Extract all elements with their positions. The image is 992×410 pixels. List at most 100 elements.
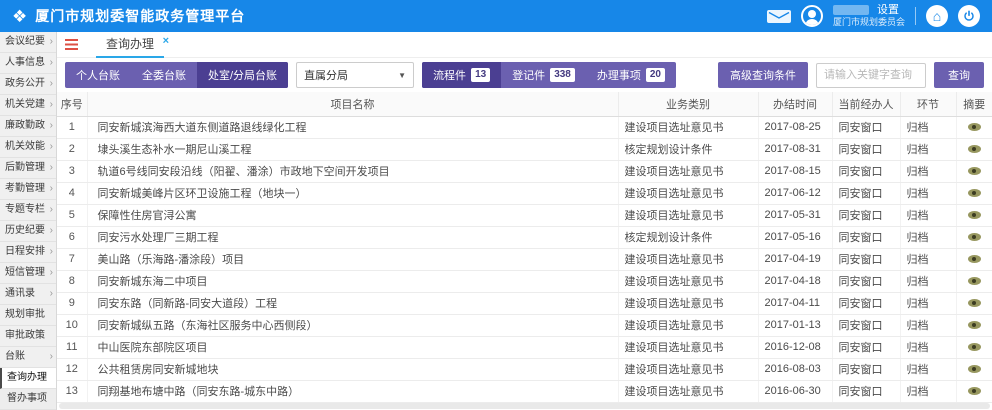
table-row[interactable]: 13同翔基地布塘中路（同安东路-城东中路）建设项目选址意见书2016-06-30…	[57, 380, 992, 402]
scope-button-0[interactable]: 个人台账	[65, 62, 131, 88]
sidebar-item-0[interactable]: 会议纪要›	[0, 32, 56, 53]
keyword-search-input[interactable]	[816, 63, 926, 88]
cell-handler: 同安窗口	[832, 160, 900, 182]
view-summary-icon[interactable]	[968, 387, 981, 395]
scope-button-2[interactable]: 处室/分局台账	[197, 62, 288, 88]
table-row[interactable]: 2埭头溪生态补水一期尼山溪工程核定规划设计条件2017-08-31同安窗口归档	[57, 138, 992, 160]
cell-date: 2017-04-18	[758, 270, 832, 292]
column-header-2: 业务类别	[618, 92, 758, 116]
sidebar-item-7[interactable]: 考勤管理›	[0, 179, 56, 200]
sidebar-item-10[interactable]: 日程安排›	[0, 242, 56, 263]
tab-close-icon[interactable]: ×	[163, 29, 169, 54]
view-summary-icon[interactable]	[968, 211, 981, 219]
filter-toolbar: 个人台账全委台账处室/分局台账 直属分局 ▼ 流程件13登记件338办理事项20…	[57, 58, 992, 92]
cell-no: 10	[57, 314, 87, 336]
cell-no: 11	[57, 336, 87, 358]
advanced-query-button[interactable]: 高级查询条件	[718, 62, 808, 88]
cell-type: 建设项目选址意见书	[618, 380, 758, 402]
cell-step: 归档	[900, 160, 956, 182]
view-summary-icon[interactable]	[968, 123, 981, 131]
logout-button[interactable]	[958, 5, 980, 27]
sidebar-item-13[interactable]: 规划审批	[0, 305, 56, 326]
view-summary-icon[interactable]	[968, 189, 981, 197]
cell-type: 核定规划设计条件	[618, 226, 758, 248]
category-button-0[interactable]: 流程件13	[422, 62, 501, 88]
user-block: 设置 厦门市规划委员会	[833, 4, 905, 29]
table-row[interactable]: 7美山路（乐海路-潘涂段）项目建设项目选址意见书2017-04-19同安窗口归档	[57, 248, 992, 270]
sidebar-item-8[interactable]: 专题专栏›	[0, 200, 56, 221]
sidebar-item-12[interactable]: 通讯录›	[0, 284, 56, 305]
header-divider	[915, 7, 916, 25]
view-summary-icon[interactable]	[968, 277, 981, 285]
sidebar-item-15[interactable]: 台账›	[0, 347, 56, 368]
view-summary-icon[interactable]	[968, 365, 981, 373]
cell-view	[956, 336, 992, 358]
cell-step: 归档	[900, 270, 956, 292]
table-body: 1同安新城滨海西大道东侧道路退线绿化工程建设项目选址意见书2017-08-25同…	[57, 116, 992, 402]
cell-type: 建设项目选址意见书	[618, 292, 758, 314]
cell-type: 建设项目选址意见书	[618, 204, 758, 226]
sidebar-item-9[interactable]: 历史纪要›	[0, 221, 56, 242]
home-button[interactable]: ⌂	[926, 5, 948, 27]
cell-date: 2016-06-30	[758, 380, 832, 402]
view-summary-icon[interactable]	[968, 299, 981, 307]
table-row[interactable]: 3轨道6号线同安段沿线（阳翟、潘涂）市政地下空间开发项目建设项目选址意见书201…	[57, 160, 992, 182]
cell-no: 3	[57, 160, 87, 182]
cell-name: 公共租赁房同安新城地块	[87, 358, 618, 380]
table-row[interactable]: 12公共租赁房同安新城地块建设项目选址意见书2016-08-03同安窗口归档	[57, 358, 992, 380]
settings-link[interactable]: 设置	[877, 4, 899, 18]
chevron-right-icon: ›	[50, 352, 53, 362]
sidebar-item-2[interactable]: 政务公开›	[0, 74, 56, 95]
horizontal-scrollbar[interactable]	[59, 403, 990, 409]
tab-list-toggle-icon[interactable]	[65, 39, 78, 50]
cell-step: 归档	[900, 248, 956, 270]
scope-button-1[interactable]: 全委台账	[131, 62, 197, 88]
cell-name: 保障性住房官浔公寓	[87, 204, 618, 226]
table-row[interactable]: 5保障性住房官浔公寓建设项目选址意见书2017-05-31同安窗口归档	[57, 204, 992, 226]
table-header-row: 序号项目名称业务类别办结时间当前经办人环节摘要	[57, 92, 992, 116]
table-row[interactable]: 4同安新城美峰片区环卫设施工程（地块一）建设项目选址意见书2017-06-12同…	[57, 182, 992, 204]
category-button-1[interactable]: 登记件338	[501, 62, 586, 88]
table-row[interactable]: 9同安东路（同新路-同安大道段）工程建设项目选址意见书2017-04-11同安窗…	[57, 292, 992, 314]
sidebar-item-14[interactable]: 审批政策	[0, 326, 56, 347]
sidebar-item-label: 人事信息	[5, 53, 45, 73]
view-summary-icon[interactable]	[968, 255, 981, 263]
sidebar-item-16[interactable]: 查询办理	[0, 368, 56, 389]
cell-handler: 同安窗口	[832, 116, 900, 138]
sidebar-item-label: 廉政勤政	[5, 116, 45, 136]
view-summary-icon[interactable]	[968, 343, 981, 351]
cell-no: 5	[57, 204, 87, 226]
sidebar-item-4[interactable]: 廉政勤政›	[0, 116, 56, 137]
table-row[interactable]: 8同安新城东海二中项目建设项目选址意见书2017-04-18同安窗口归档	[57, 270, 992, 292]
sidebar-item-5[interactable]: 机关效能›	[0, 137, 56, 158]
chevron-right-icon: ›	[50, 268, 53, 278]
message-icon[interactable]	[767, 10, 791, 23]
view-summary-icon[interactable]	[968, 167, 981, 175]
table-row[interactable]: 6同安污水处理厂三期工程核定规划设计条件2017-05-16同安窗口归档	[57, 226, 992, 248]
view-summary-icon[interactable]	[968, 233, 981, 241]
sidebar-item-11[interactable]: 短信管理›	[0, 263, 56, 284]
column-header-0: 序号	[57, 92, 87, 116]
sidebar-item-3[interactable]: 机关党建›	[0, 95, 56, 116]
sidebar-item-label: 审批政策	[5, 326, 45, 346]
cell-no: 6	[57, 226, 87, 248]
tab-query-handle[interactable]: 查询办理 ×	[94, 32, 166, 58]
column-header-4: 当前经办人	[832, 92, 900, 116]
view-summary-icon[interactable]	[968, 145, 981, 153]
sidebar-item-1[interactable]: 人事信息›	[0, 53, 56, 74]
cell-no: 13	[57, 380, 87, 402]
view-summary-icon[interactable]	[968, 321, 981, 329]
cell-date: 2017-01-13	[758, 314, 832, 336]
category-button-2[interactable]: 办理事项20	[586, 62, 676, 88]
user-avatar-icon[interactable]	[801, 5, 823, 27]
sidebar-item-17[interactable]: 督办事项	[0, 389, 56, 410]
sidebar-item-label: 规划审批	[5, 305, 45, 325]
sidebar-item-6[interactable]: 后勤管理›	[0, 158, 56, 179]
table-row[interactable]: 11中山医院东部院区项目建设项目选址意见书2016-12-08同安窗口归档	[57, 336, 992, 358]
department-select[interactable]: 直属分局 ▼	[296, 62, 414, 88]
cell-date: 2017-05-31	[758, 204, 832, 226]
table-row[interactable]: 1同安新城滨海西大道东侧道路退线绿化工程建设项目选址意见书2017-08-25同…	[57, 116, 992, 138]
tab-bar: 查询办理 ×	[57, 32, 992, 58]
table-row[interactable]: 10同安新城纵五路（东海社区服务中心西侧段）建设项目选址意见书2017-01-1…	[57, 314, 992, 336]
query-button[interactable]: 查询	[934, 62, 984, 88]
